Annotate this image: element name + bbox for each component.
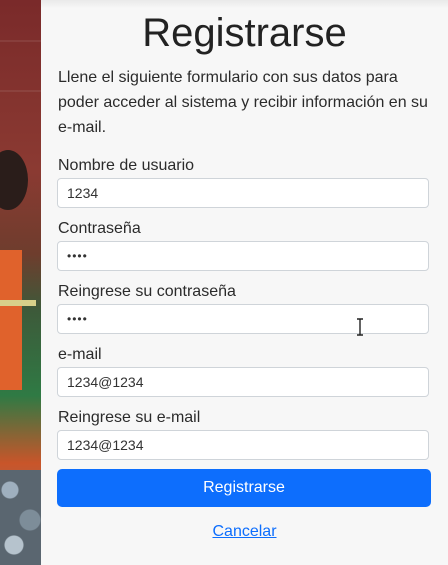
registration-panel: Registrarse Llene el siguiente formulari… bbox=[41, 0, 448, 565]
confirm-password-label: Reingrese su contraseña bbox=[58, 283, 236, 300]
confirm-email-label: Reingrese su e-mail bbox=[58, 409, 201, 426]
background-photo bbox=[0, 0, 41, 565]
register-button[interactable]: Registrarse bbox=[57, 469, 431, 507]
confirm-email-input[interactable]: 1234@1234 bbox=[57, 430, 429, 460]
confirm-password-input[interactable]: •••• bbox=[57, 304, 429, 334]
password-label: Contraseña bbox=[58, 220, 141, 237]
cancel-link[interactable]: Cancelar bbox=[41, 523, 448, 541]
form-intro-text: Llene el siguiente formulario con sus da… bbox=[58, 69, 428, 136]
text-cursor-icon bbox=[357, 318, 363, 336]
page-title: Registrarse bbox=[142, 11, 347, 55]
email-input[interactable]: 1234@1234 bbox=[57, 367, 429, 397]
email-label: e-mail bbox=[58, 346, 102, 363]
username-input[interactable]: 1234 bbox=[57, 178, 429, 208]
username-label: Nombre de usuario bbox=[58, 157, 195, 174]
password-input[interactable]: •••• bbox=[57, 241, 429, 271]
